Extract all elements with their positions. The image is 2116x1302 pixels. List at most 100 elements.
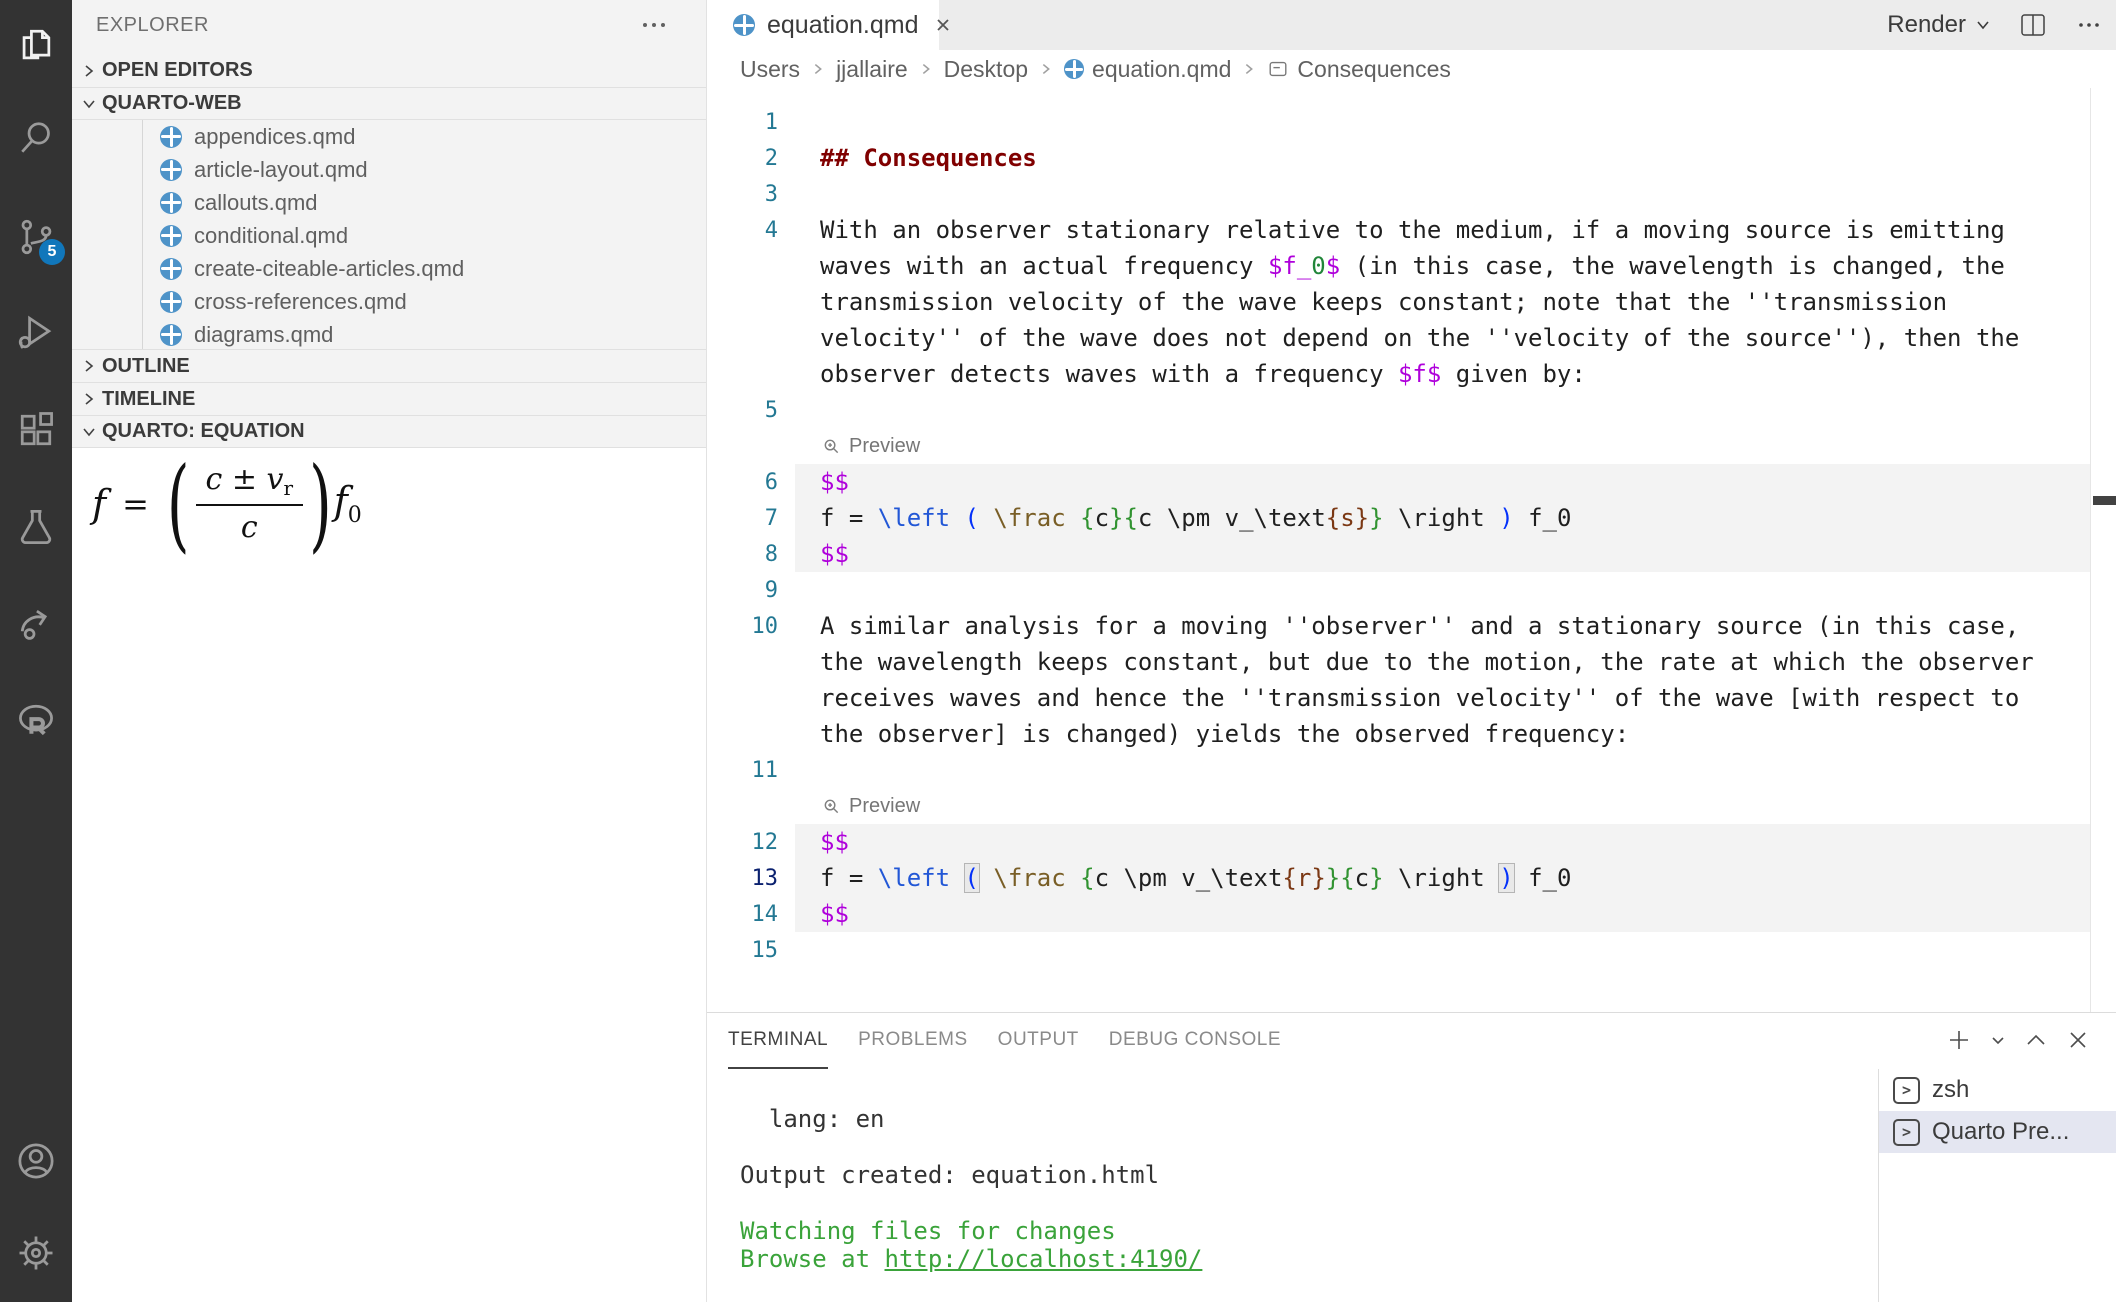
file-name: callouts.qmd: [194, 190, 318, 216]
code-line[interactable]: 4With an observer stationary relative to…: [707, 212, 2090, 248]
file-tree-item[interactable]: callouts.qmd: [72, 186, 707, 219]
code-line[interactable]: 3: [707, 176, 2090, 212]
r-logo-icon[interactable]: [13, 697, 59, 743]
code-token: [1485, 504, 1499, 532]
code-line[interactable]: 5: [707, 392, 2090, 428]
line-content: waves with an actual frequency $f_0$ (in…: [795, 248, 2090, 284]
line-content: With an observer stationary relative to …: [795, 212, 2090, 248]
code-line[interactable]: the observer] is changed) yields the obs…: [707, 716, 2090, 752]
code-token: ## Consequences: [820, 144, 1037, 172]
quarto-file-icon: [160, 159, 182, 181]
code-line[interactable]: 9: [707, 572, 2090, 608]
explorer-icon[interactable]: [13, 22, 59, 68]
file-tree-item[interactable]: cross-references.qmd: [72, 285, 707, 318]
run-debug-icon[interactable]: [13, 309, 59, 355]
line-content: f = \left ( \frac {c \pm v_\text{r}}{c} …: [795, 860, 2090, 896]
preview-codelens-label[interactable]: Preview: [849, 428, 920, 464]
code-token: waves with an actual frequency: [820, 252, 1268, 280]
line-number: 2: [707, 146, 778, 171]
code-line[interactable]: receives waves and hence the ''transmiss…: [707, 680, 2090, 716]
terminal-line: Output created: equation.html: [740, 1161, 1202, 1189]
code-line[interactable]: 15: [707, 932, 2090, 968]
code-token: With an observer stationary relative to …: [820, 216, 2005, 244]
code-line[interactable]: transmission velocity of the wave keeps …: [707, 284, 2090, 320]
file-tree-item[interactable]: appendices.qmd: [72, 120, 707, 153]
code-line[interactable]: 8$$: [707, 536, 2090, 572]
code-token: [1066, 504, 1080, 532]
live-share-icon[interactable]: [13, 600, 59, 646]
code-line[interactable]: 13f = \left ( \frac {c \pm v_\text{r}}{c…: [707, 860, 2090, 896]
maximize-panel-icon[interactable]: [2024, 1028, 2048, 1052]
panel-tab-debug-console[interactable]: DEBUG CONSOLE: [1109, 1013, 1281, 1069]
code-line[interactable]: 10A similar analysis for a moving ''obse…: [707, 608, 2090, 644]
code-line[interactable]: observer detects waves with a frequency …: [707, 356, 2090, 392]
file-tree-item[interactable]: create-citeable-articles.qmd: [72, 252, 707, 285]
split-editor-icon[interactable]: [2018, 10, 2048, 40]
breadcrumb-item[interactable]: Users: [740, 56, 800, 83]
terminal-link[interactable]: http://localhost:4190/: [885, 1245, 1203, 1273]
render-button[interactable]: Render: [1887, 11, 1992, 39]
settings-gear-icon[interactable]: [13, 1230, 59, 1276]
terminal-list-item[interactable]: >zsh: [1879, 1069, 2116, 1111]
code-line[interactable]: 2 ## Consequences: [707, 140, 2090, 176]
breadcrumb-item[interactable]: jjallaire: [836, 56, 908, 83]
source-control-icon[interactable]: 5: [13, 214, 59, 260]
section-outline[interactable]: OUTLINE: [72, 349, 707, 382]
code-line[interactable]: 1: [707, 104, 2090, 140]
code-line[interactable]: 7f = \left ( \frac {c}{c \pm v_\text{s}}…: [707, 500, 2090, 536]
codelens-preview-row[interactable]: Preview: [707, 428, 2090, 464]
accounts-icon[interactable]: [13, 1138, 59, 1184]
preview-codelens-label[interactable]: Preview: [849, 788, 920, 824]
code-line[interactable]: the wavelength keeps constant, but due t…: [707, 644, 2090, 680]
chevron-right-icon: [76, 357, 102, 375]
code-line[interactable]: waves with an actual frequency $f_0$ (in…: [707, 248, 2090, 284]
code-line[interactable]: 12$$: [707, 824, 2090, 860]
terminal-list-item[interactable]: >Quarto Pre...: [1879, 1111, 2116, 1153]
panel-tab-output[interactable]: OUTPUT: [998, 1013, 1079, 1069]
section-open-editors[interactable]: OPEN EDITORS: [72, 54, 707, 87]
quarto-file-icon: [160, 225, 182, 247]
file-tree-item[interactable]: conditional.qmd: [72, 219, 707, 252]
codelens-preview-row[interactable]: Preview: [707, 788, 2090, 824]
breadcrumb-label: Consequences: [1297, 56, 1450, 83]
tab-equation-qmd[interactable]: equation.qmd: [707, 0, 939, 50]
testing-icon[interactable]: [13, 504, 59, 550]
breadcrumb-item[interactable]: equation.qmd: [1064, 56, 1231, 83]
file-tree-item[interactable]: diagrams.qmd: [72, 318, 707, 351]
code-token: r: [1297, 864, 1311, 892]
editor-scrollbar-marker[interactable]: [2093, 496, 2116, 505]
line-content: [795, 392, 2090, 428]
code-line[interactable]: 6$$: [707, 464, 2090, 500]
code-token: {: [1080, 864, 1094, 892]
equation-rhs: f0: [334, 479, 362, 528]
code-line[interactable]: 14$$: [707, 896, 2090, 932]
explorer-more-actions-icon[interactable]: [634, 8, 674, 42]
file-tree-item[interactable]: article-layout.qmd: [72, 153, 707, 186]
tab-close-icon[interactable]: [933, 15, 953, 35]
editor-more-actions-icon[interactable]: [2074, 10, 2104, 40]
search-icon[interactable]: [13, 115, 59, 161]
code-token: [950, 864, 964, 892]
code-token: f_0: [1514, 504, 1572, 532]
file-name: appendices.qmd: [194, 124, 355, 150]
panel-tab-problems[interactable]: PROBLEMS: [858, 1013, 968, 1069]
line-number: 3: [707, 182, 778, 207]
quarto-equation-preview: f = ( c ± vr c ) f0: [72, 448, 707, 1302]
breadcrumb-item[interactable]: Desktop: [944, 56, 1028, 83]
close-panel-icon[interactable]: [2066, 1028, 2090, 1052]
editor-scrollbar-track[interactable]: [2090, 88, 2091, 1012]
code-line[interactable]: velocity'' of the wave does not depend o…: [707, 320, 2090, 356]
line-content: observer detects waves with a frequency …: [795, 356, 2090, 392]
section-timeline[interactable]: TIMELINE: [72, 382, 707, 415]
breadcrumb-item[interactable]: Consequences: [1267, 56, 1450, 83]
section-workspace[interactable]: QUARTO-WEB: [72, 87, 707, 120]
extensions-icon[interactable]: [13, 407, 59, 453]
code-token: {: [1282, 864, 1296, 892]
code-token: (: [965, 864, 979, 892]
section-quarto-equation[interactable]: QUARTO: EQUATION: [72, 415, 707, 448]
terminal-dropdown-icon[interactable]: [1990, 1032, 2006, 1048]
code-editor[interactable]: 1 2 ## Consequences 3 4With an observer stat…: [707, 104, 2090, 968]
new-terminal-icon[interactable]: [1946, 1027, 1972, 1053]
code-line[interactable]: 11: [707, 752, 2090, 788]
panel-tab-terminal[interactable]: TERMINAL: [728, 1013, 828, 1069]
